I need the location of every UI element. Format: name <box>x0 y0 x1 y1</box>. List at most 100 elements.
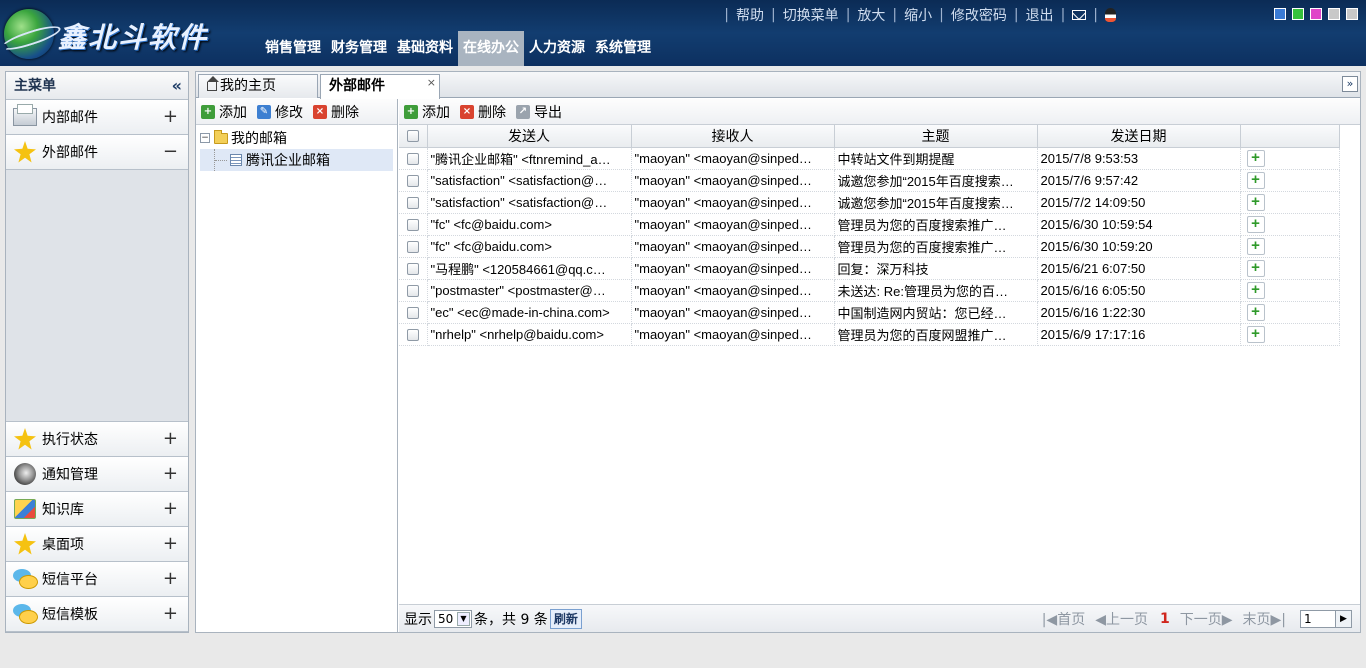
goto-page-input[interactable]: 1 ▶ <box>1300 610 1352 628</box>
expand-icon[interactable]: + <box>163 106 178 127</box>
cell-subject[interactable]: 诚邀您参加“2015年百度搜索… <box>834 191 1038 214</box>
expand-icon[interactable]: + <box>163 463 178 484</box>
nav-hr[interactable]: 人力资源 <box>524 31 590 66</box>
expand-icon[interactable]: + <box>163 603 178 624</box>
row-add-button[interactable]: + <box>1246 259 1265 277</box>
grid-add-button[interactable]: + 添加 <box>404 102 450 122</box>
cell-subject[interactable]: 未送达: Re:管理员为您的百… <box>834 279 1038 302</box>
nav-online-office[interactable]: 在线办公 <box>458 31 524 66</box>
table-row[interactable]: "马程鹏" <120584661@qq.c… "maoyan" <maoyan@s… <box>399 257 1340 280</box>
expand-icon[interactable]: + <box>163 498 178 519</box>
go-arrow-icon[interactable]: ▶ <box>1335 611 1351 627</box>
tab-external-mail[interactable]: 外部邮件 × <box>320 74 440 99</box>
table-row[interactable]: "ec" <ec@made-in-china.com> "maoyan" <mao… <box>399 301 1340 324</box>
row-add-button[interactable]: + <box>1246 325 1265 343</box>
nav-system[interactable]: 系统管理 <box>590 31 656 66</box>
row-add-button[interactable]: + <box>1246 303 1265 321</box>
sidebar-item-external-mail[interactable]: 外部邮件 − <box>6 135 188 170</box>
skin-gray-swatch[interactable] <box>1328 8 1340 20</box>
sidebar-item-sms-templates[interactable]: 短信模板 + <box>6 597 188 632</box>
expand-icon[interactable]: + <box>163 428 178 449</box>
next-page-button[interactable]: 下一页▶ <box>1180 609 1233 629</box>
sidebar-item-notice-management[interactable]: 通知管理 + <box>6 457 188 492</box>
row-add-button[interactable]: + <box>1246 237 1265 255</box>
row-checkbox[interactable] <box>406 307 419 320</box>
tree-add-button[interactable]: + 添加 <box>201 102 247 122</box>
sidebar-item-internal-mail[interactable]: 内部邮件 + <box>6 100 188 135</box>
row-add-button[interactable]: + <box>1246 215 1265 233</box>
switch-menu-link[interactable]: 切换菜单 <box>783 5 839 25</box>
row-checkbox[interactable] <box>406 197 419 210</box>
tab-menu-icon[interactable]: » <box>1342 76 1358 92</box>
skin-pink-swatch[interactable] <box>1310 8 1322 20</box>
cell-subject[interactable]: 回复：深万科技 <box>834 257 1038 280</box>
table-row[interactable]: "腾讯企业邮箱" <ftnremind_a… "maoyan" <maoyan@s… <box>399 147 1340 170</box>
row-checkbox[interactable] <box>406 329 419 342</box>
logout-link[interactable]: 退出 <box>1026 5 1054 25</box>
skin-silver-swatch[interactable] <box>1346 8 1358 20</box>
close-tab-icon[interactable]: × <box>427 72 436 94</box>
zoom-out-link[interactable]: 缩小 <box>904 5 932 25</box>
cell-subject[interactable]: 中国制造网内贸站：您已经… <box>834 301 1038 324</box>
first-page-button[interactable]: |◀首页 <box>1042 609 1085 629</box>
mail-icon[interactable] <box>1072 10 1087 20</box>
skin-green-swatch[interactable] <box>1292 8 1304 20</box>
cell-subject[interactable]: 诚邀您参加“2015年百度搜索… <box>834 169 1038 192</box>
collapse-icon[interactable]: − <box>163 141 178 162</box>
tree-node-my-mailbox[interactable]: − 我的邮箱 <box>200 127 393 149</box>
zoom-in-link[interactable]: 放大 <box>857 5 885 25</box>
skin-blue-swatch[interactable] <box>1274 8 1286 20</box>
grid-export-button[interactable]: ↗ 导出 <box>516 102 562 122</box>
sidebar-item-sms-platform[interactable]: 短信平台 + <box>6 562 188 597</box>
prev-page-button[interactable]: ◀上一页 <box>1095 609 1148 629</box>
cell-subject[interactable]: 管理员为您的百度搜索推广… <box>834 213 1038 236</box>
nav-sales[interactable]: 销售管理 <box>260 31 326 66</box>
table-row[interactable]: "satisfaction" <satisfaction@… "maoyan" <… <box>399 169 1340 192</box>
row-checkbox[interactable] <box>406 219 419 232</box>
expand-icon[interactable]: + <box>163 568 178 589</box>
cell-subject[interactable]: 管理员为您的百度网盟推广… <box>834 323 1038 346</box>
sidebar-item-knowledge-base[interactable]: 知识库 + <box>6 492 188 527</box>
tree-node-tencent-mailbox[interactable]: 腾讯企业邮箱 <box>200 149 393 171</box>
tree-collapse-icon[interactable]: − <box>200 133 210 143</box>
row-checkbox[interactable] <box>406 175 419 188</box>
sidebar-item-desktop-items[interactable]: 桌面项 + <box>6 527 188 562</box>
sidebar-item-label: 桌面项 <box>42 537 84 553</box>
page-size-select[interactable]: 50 ▼ <box>434 609 472 628</box>
row-checkbox[interactable] <box>406 153 419 166</box>
grid-delete-button[interactable]: × 删除 <box>460 102 506 122</box>
row-add-button[interactable]: + <box>1246 171 1265 189</box>
tree-edit-button[interactable]: ✎ 修改 <box>257 102 303 122</box>
change-password-link[interactable]: 修改密码 <box>951 5 1007 25</box>
column-header-date[interactable]: 发送日期 <box>1037 125 1241 148</box>
cell-actions: + <box>1240 279 1340 302</box>
column-header-receiver[interactable]: 接收人 <box>631 125 835 148</box>
nav-finance[interactable]: 财务管理 <box>326 31 392 66</box>
row-add-button[interactable]: + <box>1246 149 1265 167</box>
last-page-button[interactable]: 末页▶| <box>1243 609 1286 629</box>
column-header-sender[interactable]: 发送人 <box>427 125 632 148</box>
qq-icon[interactable] <box>1105 8 1116 22</box>
row-add-button[interactable]: + <box>1246 193 1265 211</box>
column-header-subject[interactable]: 主题 <box>834 125 1038 148</box>
row-checkbox[interactable] <box>406 263 419 276</box>
cell-subject[interactable]: 中转站文件到期提醒 <box>834 147 1038 170</box>
cell-subject[interactable]: 管理员为您的百度搜索推广… <box>834 235 1038 258</box>
expand-icon[interactable]: + <box>163 533 178 554</box>
table-row[interactable]: "fc" <fc@baidu.com> "maoyan" <maoyan@sinp… <box>399 235 1340 258</box>
help-link[interactable]: 帮助 <box>736 5 764 25</box>
row-checkbox[interactable] <box>406 241 419 254</box>
tree-delete-button[interactable]: × 删除 <box>313 102 359 122</box>
select-all-checkbox[interactable] <box>406 129 419 142</box>
row-checkbox[interactable] <box>406 285 419 298</box>
table-row[interactable]: "fc" <fc@baidu.com> "maoyan" <maoyan@sinp… <box>399 213 1340 236</box>
sidebar-item-execution-status[interactable]: 执行状态 + <box>6 422 188 457</box>
tab-home[interactable]: 我的主页 <box>198 74 318 98</box>
row-add-button[interactable]: + <box>1246 281 1265 299</box>
refresh-button[interactable]: 刷新 <box>549 608 582 629</box>
table-row[interactable]: "postmaster" <postmaster@… "maoyan" <maoy… <box>399 279 1340 302</box>
collapse-sidebar-icon[interactable]: « <box>172 72 182 100</box>
nav-basic-data[interactable]: 基础资料 <box>392 31 458 66</box>
table-row[interactable]: "nrhelp" <nrhelp@baidu.com> "maoyan" <mao… <box>399 323 1340 346</box>
table-row[interactable]: "satisfaction" <satisfaction@… "maoyan" <… <box>399 191 1340 214</box>
